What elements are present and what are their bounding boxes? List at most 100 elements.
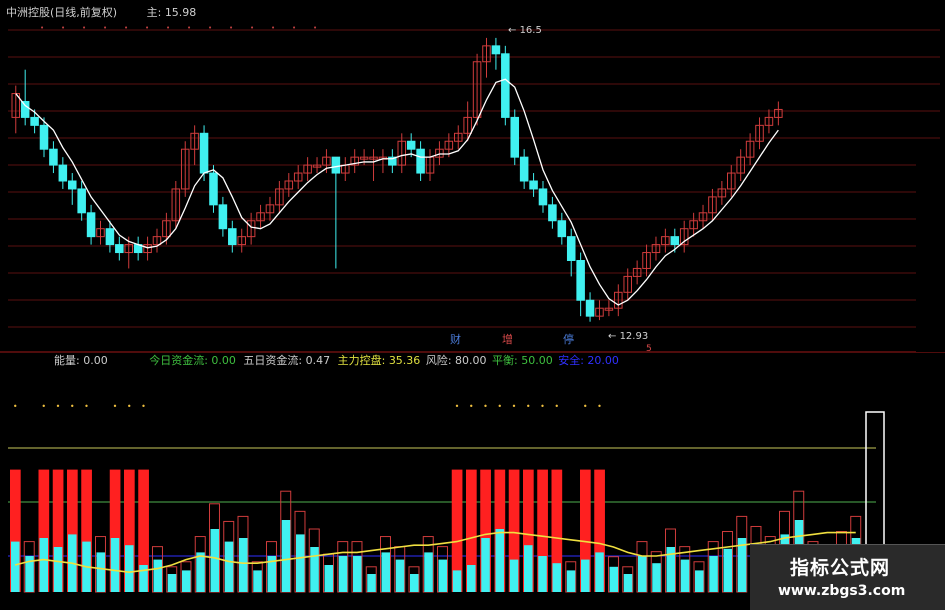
signal-dot: • <box>84 402 89 411</box>
fund-bar <box>395 559 405 592</box>
event-zengfa: 增 <box>502 333 513 346</box>
ind-balance: 平衡: 50.00 <box>492 354 553 367</box>
fund-bar <box>581 559 590 592</box>
fund-bar <box>566 570 576 592</box>
top-marker: • <box>229 24 233 32</box>
signal-dot: • <box>113 402 118 411</box>
signal-dot: • <box>455 402 460 411</box>
candle-body <box>538 188 548 206</box>
fund-bar <box>196 552 205 592</box>
candle-body <box>519 156 529 182</box>
low-marker: ← 12.93 <box>608 331 649 342</box>
signal-dot: • <box>70 402 75 411</box>
fund-bar <box>552 563 562 592</box>
signal-dot: • <box>583 402 588 411</box>
event-caiwu: 财 <box>450 333 461 346</box>
candle-body <box>585 299 595 317</box>
event-tingpai: 停 <box>563 333 574 346</box>
top-marker: • <box>61 24 65 32</box>
top-marker: • <box>124 24 128 32</box>
watermark: 指标公式网 www.zbgs3.com <box>750 544 945 610</box>
top-marker: • <box>40 24 44 32</box>
signal-dot: • <box>127 402 132 411</box>
candle-body <box>670 236 680 246</box>
fund-bar <box>125 545 134 592</box>
top-marker: • <box>208 24 212 32</box>
fund-bar <box>53 547 63 592</box>
fund-bar <box>281 520 291 592</box>
candle-body <box>30 116 39 126</box>
candle-body <box>39 124 49 150</box>
fund-bar <box>224 541 234 592</box>
candle-body <box>77 188 86 214</box>
candle-body <box>218 204 228 230</box>
candle-body <box>406 140 416 150</box>
signal-dot: • <box>497 402 502 411</box>
fund-bar <box>139 565 148 592</box>
fund-bar <box>110 538 120 592</box>
fund-bar <box>609 566 619 592</box>
fund-bar <box>680 559 690 592</box>
watermark-url: www.zbgs3.com <box>778 583 906 599</box>
fund-bar <box>495 529 505 592</box>
fund-bar <box>324 565 334 592</box>
main-label: 主: <box>146 6 162 19</box>
fund-bar <box>438 559 448 592</box>
small-mark: 5 <box>646 344 652 354</box>
signal-dot: • <box>56 402 61 411</box>
fund-bar <box>524 545 533 592</box>
signal-dot: • <box>554 402 559 411</box>
fund-bar <box>11 541 20 592</box>
signal-dot: • <box>469 402 474 411</box>
fund-bar <box>538 556 547 592</box>
signal-dot: • <box>512 402 517 411</box>
signal-dot: • <box>483 402 488 411</box>
top-marker: • <box>103 24 107 32</box>
fund-bar <box>723 548 733 592</box>
top-marker: • <box>82 24 86 32</box>
fund-bar <box>424 552 433 592</box>
top-marker: • <box>187 24 191 32</box>
ind-5day-flow: 五日资金流: 0.47 <box>243 354 331 367</box>
candle-body <box>529 180 538 190</box>
candle-body <box>566 236 576 261</box>
right-blank <box>916 142 945 352</box>
top-marker: • <box>292 24 296 32</box>
fund-bar <box>367 574 376 592</box>
candle-body <box>67 180 77 190</box>
kline-chart: • • • • • • • • • • • • • • • • • • • • • • • • • • • • • • • • <box>0 24 945 593</box>
watermark-title: 指标公式网 <box>790 557 891 579</box>
chart-title: 中洲控股(日线,前复权) 主: 15.98 <box>6 6 196 20</box>
signal-dot: • <box>13 402 18 411</box>
candle-body <box>576 260 585 301</box>
fund-bar <box>210 529 220 592</box>
fund-bar <box>353 556 362 592</box>
candle-body <box>49 148 58 166</box>
fund-bar <box>509 559 519 592</box>
candle-body <box>510 116 520 158</box>
candle-body <box>501 53 510 118</box>
signal-dot: • <box>526 402 531 411</box>
fund-bar <box>623 574 633 592</box>
signal-dot: • <box>540 402 545 411</box>
fund-bar <box>182 570 191 592</box>
candle-body <box>209 172 218 206</box>
ind-control: 主力控盘: 35.36 <box>337 354 421 367</box>
fund-bar <box>39 538 49 592</box>
fund-bar <box>467 565 476 592</box>
fund-bar <box>253 570 262 592</box>
stock-title: 中洲控股(日线,前复权) <box>6 6 118 19</box>
fund-bar <box>310 547 319 592</box>
fund-bar <box>695 570 704 592</box>
fund-bar <box>296 534 305 592</box>
ind-risk: 风险: 80.00 <box>425 354 487 367</box>
signal-dot: • <box>41 402 46 411</box>
top-marker: • <box>166 24 170 32</box>
candle-body <box>416 148 425 174</box>
candle-body <box>557 220 567 238</box>
indicator-header: 能量: 0.00 今日资金流: 0.00 五日资金流: 0.47 主力控盘: 3… <box>54 354 619 368</box>
ind-safe: 安全: 20.00 <box>558 354 619 367</box>
fund-bar <box>638 556 647 592</box>
fund-bar <box>709 556 718 592</box>
ind-today-flow: 今日资金流: 0.00 <box>149 354 236 367</box>
